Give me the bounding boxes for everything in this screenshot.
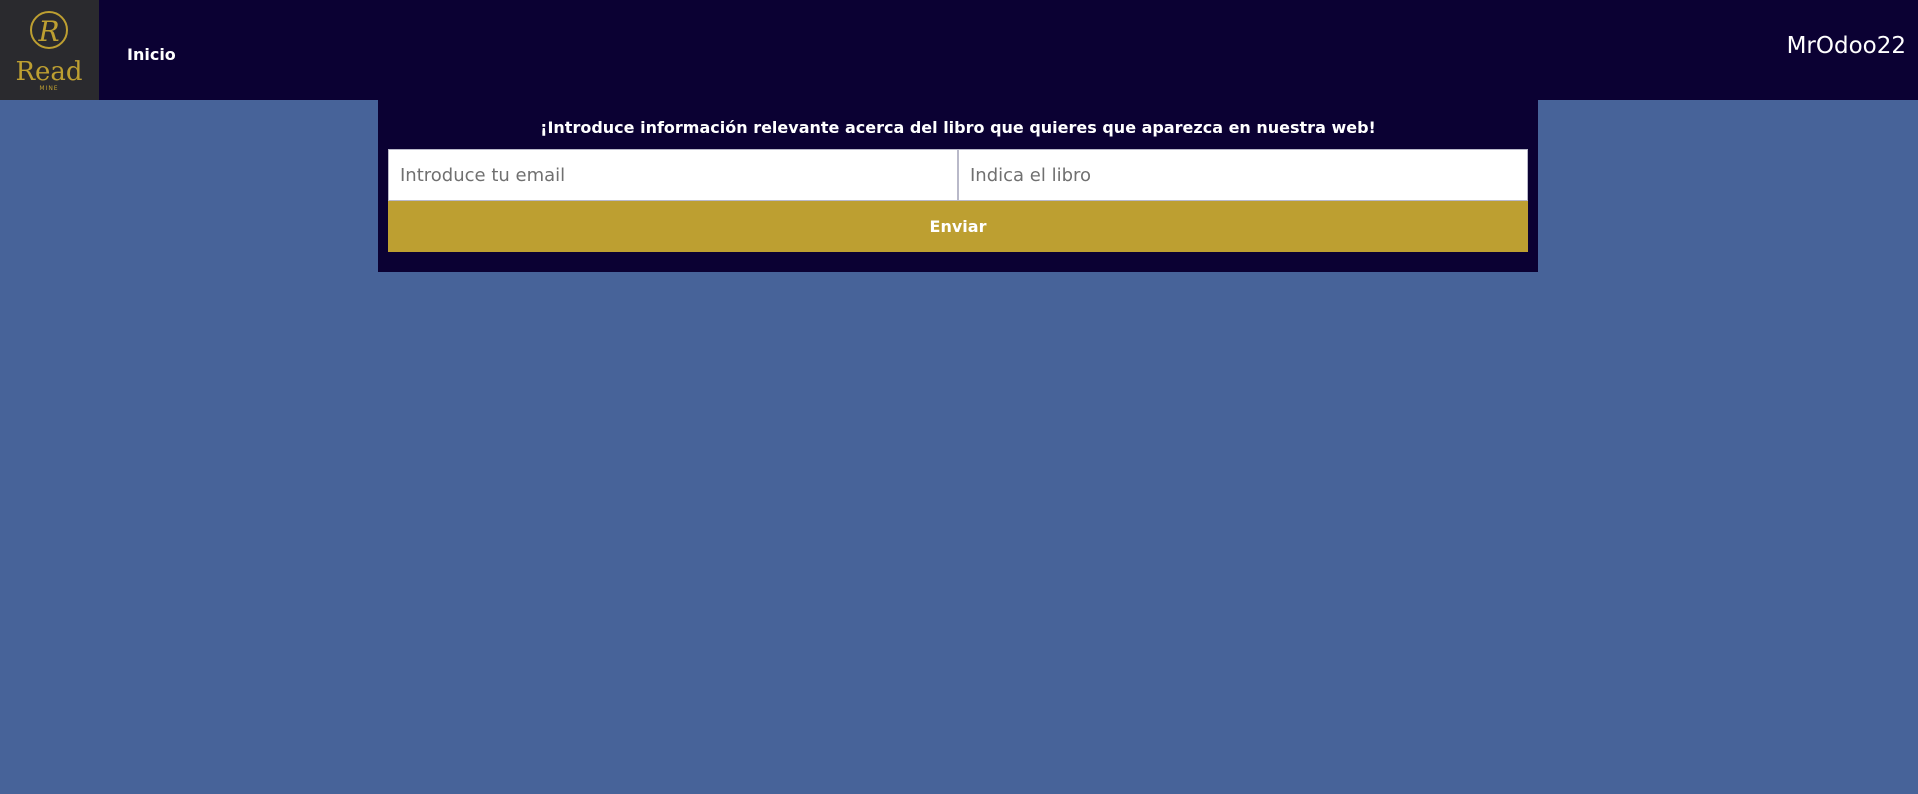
top-navbar: R Read MINE Inicio MrOdoo22 — [0, 0, 1918, 100]
logo-initial: R — [37, 15, 59, 48]
book-input[interactable] — [958, 149, 1528, 201]
book-suggestion-form: ¡Introduce información relevante acerca … — [378, 100, 1538, 272]
logo-graphic: R Read MINE — [15, 11, 83, 92]
form-title: ¡Introduce información relevante acerca … — [540, 118, 1376, 137]
logo-subtext: MINE — [39, 85, 58, 92]
nav-link-inicio[interactable]: Inicio — [127, 44, 176, 66]
logo-wordmark: Read — [15, 57, 82, 87]
email-input[interactable] — [388, 149, 958, 201]
submit-button[interactable]: Enviar — [388, 201, 1528, 252]
readmine-logo-icon[interactable]: R Read MINE — [0, 0, 99, 100]
user-name[interactable]: MrOdoo22 — [1787, 31, 1906, 61]
